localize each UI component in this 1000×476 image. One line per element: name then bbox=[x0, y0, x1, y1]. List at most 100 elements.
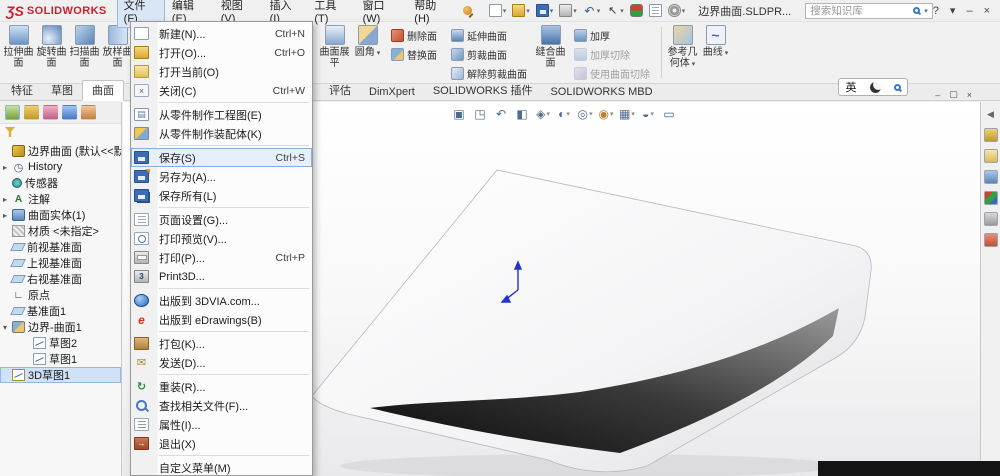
tree-item[interactable]: 材质 <未指定> bbox=[0, 223, 121, 239]
pin-menubar-icon[interactable] bbox=[462, 6, 472, 15]
menubar-item[interactable]: 窗口(W) bbox=[356, 0, 408, 28]
document-window-button[interactable]: – bbox=[935, 90, 940, 100]
file-menu-item[interactable]: 打开(O)... Ctrl+O bbox=[131, 43, 312, 62]
manager-tab-icon[interactable] bbox=[81, 105, 96, 120]
window-control-button[interactable]: × bbox=[984, 5, 990, 17]
quick-tool-button[interactable] bbox=[488, 2, 508, 20]
quick-tool-button[interactable] bbox=[605, 2, 625, 20]
tree-item[interactable]: 草图1 bbox=[0, 351, 121, 367]
tree-item[interactable]: 草图2 bbox=[0, 335, 121, 351]
ribbon-small-button[interactable]: 解除剪裁曲面 bbox=[451, 66, 527, 81]
task-pane-icon[interactable] bbox=[983, 212, 998, 226]
file-menu-item[interactable]: 属性(I)... bbox=[131, 415, 312, 434]
menubar-item[interactable]: 帮助(H) bbox=[407, 0, 456, 28]
file-menu-item[interactable]: 保存(S) Ctrl+S bbox=[131, 148, 312, 167]
commandmanager-tab[interactable]: 特征 bbox=[2, 81, 42, 100]
task-pane-icon[interactable] bbox=[983, 191, 998, 205]
ribbon-big-button[interactable]: 扫描曲面 bbox=[68, 22, 101, 83]
view-toolbar-button[interactable] bbox=[554, 105, 574, 123]
manager-tab-icon[interactable] bbox=[24, 105, 39, 120]
commandmanager-tab[interactable]: SOLIDWORKS 插件 bbox=[424, 81, 542, 100]
file-menu-item[interactable] bbox=[159, 453, 309, 456]
tree-item[interactable]: 注解 bbox=[0, 191, 121, 207]
window-control-button[interactable]: ? bbox=[933, 5, 939, 17]
commandmanager-tab[interactable]: SOLIDWORKS MBD bbox=[541, 85, 661, 100]
ribbon-small-button[interactable]: 删除面 bbox=[391, 28, 437, 43]
file-menu-item[interactable]: 打开当前(O) bbox=[131, 62, 312, 81]
ribbon-big-button[interactable]: 曲面展平 bbox=[318, 22, 351, 83]
file-menu-item[interactable] bbox=[159, 372, 309, 375]
task-pane-icon[interactable] bbox=[984, 107, 998, 121]
tree-item[interactable]: 基准面1 bbox=[0, 303, 121, 319]
file-menu-item[interactable] bbox=[159, 143, 309, 146]
file-menu-item[interactable]: 打印(P)... Ctrl+P bbox=[131, 248, 312, 267]
file-menu-item[interactable]: 从零件制作工程图(E) bbox=[131, 105, 312, 124]
manager-tab-icon[interactable] bbox=[43, 105, 58, 120]
file-menu-item[interactable] bbox=[159, 329, 309, 332]
ribbon-big-button[interactable]: 缝合曲面 bbox=[534, 22, 567, 83]
ime-search-icon[interactable] bbox=[893, 83, 901, 91]
tree-item[interactable]: 右视基准面 bbox=[0, 271, 121, 287]
tree-item[interactable]: 边界曲面 (默认<<默认>_显 bbox=[0, 143, 121, 159]
menubar-item[interactable]: 工具(T) bbox=[307, 0, 355, 28]
tree-caret-icon[interactable] bbox=[3, 195, 12, 204]
tree-caret-icon[interactable] bbox=[3, 211, 12, 220]
file-menu-item[interactable]: 出版到 3DVIA.com... bbox=[131, 291, 312, 310]
ribbon-big-button[interactable]: 拉伸曲面 bbox=[2, 22, 35, 83]
commandmanager-tab[interactable]: DimXpert bbox=[360, 85, 424, 100]
file-menu-item[interactable] bbox=[159, 286, 309, 289]
file-menu-item[interactable]: 自定义菜单(M) bbox=[131, 458, 312, 475]
tree-item[interactable]: 前视基准面 bbox=[0, 239, 121, 255]
tree-item[interactable]: History bbox=[0, 159, 121, 175]
commandmanager-tab[interactable]: 草图 bbox=[42, 81, 82, 100]
quick-tool-button[interactable] bbox=[648, 2, 663, 20]
quick-tool-button[interactable] bbox=[582, 2, 602, 20]
file-menu-item[interactable]: 重装(R)... bbox=[131, 377, 312, 396]
manager-tab-icon[interactable] bbox=[5, 105, 20, 120]
file-menu-item[interactable]: 新建(N)... Ctrl+N bbox=[131, 24, 312, 43]
task-pane-icon[interactable] bbox=[983, 233, 998, 247]
ribbon-big-button[interactable]: 圆角 bbox=[351, 22, 384, 83]
view-toolbar-button[interactable] bbox=[617, 105, 637, 123]
document-window-button[interactable]: × bbox=[967, 90, 972, 100]
ribbon-small-button[interactable]: 使用曲面切除 bbox=[574, 66, 650, 81]
ribbon-small-button[interactable]: 剪裁曲面 bbox=[451, 47, 527, 62]
task-pane-icon[interactable] bbox=[983, 149, 998, 163]
ribbon-small-button[interactable]: 延伸曲面 bbox=[451, 28, 527, 43]
task-pane-icon[interactable] bbox=[983, 170, 998, 184]
window-control-button[interactable]: – bbox=[966, 5, 972, 17]
search-dropdown-icon[interactable]: ▾ bbox=[924, 7, 928, 15]
model-canvas[interactable] bbox=[290, 150, 890, 476]
view-toolbar-button[interactable] bbox=[449, 105, 469, 123]
file-menu-item[interactable]: 打包(K)... bbox=[131, 334, 312, 353]
tree-item[interactable]: 边界-曲面1 bbox=[0, 319, 121, 335]
view-toolbar-button[interactable] bbox=[491, 105, 511, 123]
view-toolbar-button[interactable] bbox=[575, 105, 595, 123]
ribbon-small-button[interactable]: 替换面 bbox=[391, 47, 437, 62]
search-icon[interactable] bbox=[913, 7, 921, 14]
quick-tool-button[interactable] bbox=[629, 2, 644, 20]
tree-item[interactable]: 传感器 bbox=[0, 175, 121, 191]
view-toolbar-button[interactable] bbox=[659, 105, 679, 123]
commandmanager-tab[interactable]: 曲面 bbox=[82, 80, 124, 101]
ime-indicator[interactable]: 英 bbox=[838, 78, 908, 96]
manager-tab-icon[interactable] bbox=[62, 105, 77, 120]
file-menu-item[interactable]: 打印预览(V)... bbox=[131, 229, 312, 248]
view-toolbar-button[interactable] bbox=[596, 105, 616, 123]
file-menu-item[interactable]: 另存为(A)... bbox=[131, 167, 312, 186]
file-menu-item[interactable] bbox=[159, 100, 309, 103]
view-toolbar-button[interactable] bbox=[470, 105, 490, 123]
document-window-button[interactable]: ▢ bbox=[949, 89, 958, 100]
view-toolbar-button[interactable] bbox=[533, 105, 553, 123]
tree-caret-icon[interactable] bbox=[3, 163, 12, 172]
view-toolbar-button[interactable] bbox=[638, 105, 658, 123]
file-menu-item[interactable]: 查找相关文件(F)... bbox=[131, 396, 312, 415]
ime-moon-icon[interactable] bbox=[869, 81, 881, 93]
tree-item[interactable]: 3D草图1 bbox=[0, 367, 121, 383]
commandmanager-tab[interactable]: 评估 bbox=[320, 81, 360, 100]
file-menu-item[interactable] bbox=[159, 205, 309, 208]
knowledge-search-input[interactable]: 搜索知识库 ▾ bbox=[805, 2, 933, 19]
ribbon-big-button[interactable]: 旋转曲面 bbox=[35, 22, 68, 83]
tree-caret-icon[interactable] bbox=[3, 323, 12, 332]
filter-funnel-icon[interactable] bbox=[5, 127, 15, 137]
